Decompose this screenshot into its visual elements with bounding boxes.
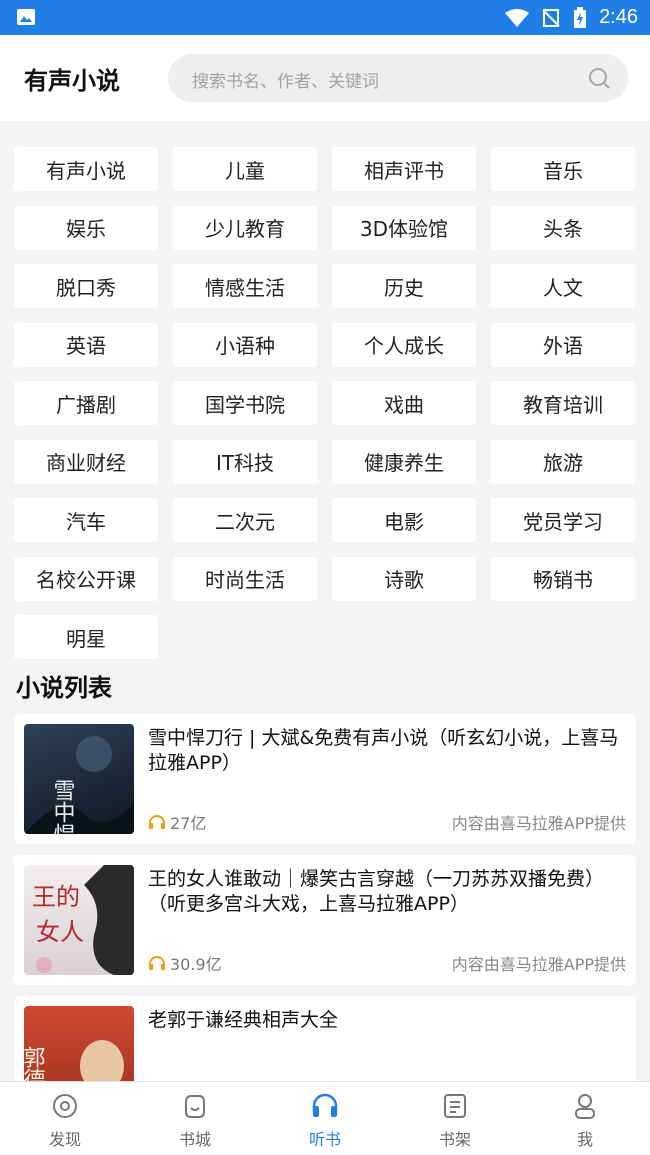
category-item[interactable]: 3D体验馆	[332, 205, 476, 250]
status-time: 2:46	[599, 6, 638, 28]
category-item[interactable]: 音乐	[491, 147, 635, 191]
category-item[interactable]: 相声评书	[332, 147, 476, 191]
category-item[interactable]: 头条	[491, 205, 635, 250]
nav-listen[interactable]: 听书	[260, 1082, 390, 1155]
play-count-value: 30.9亿	[170, 955, 222, 974]
category-item[interactable]: 小语种	[173, 322, 317, 367]
play-count-value: 27亿	[170, 814, 207, 833]
category-item[interactable]: 有声小说	[14, 147, 158, 191]
category-item[interactable]: 诗歌	[332, 556, 476, 601]
nav-discover[interactable]: 发现	[0, 1082, 130, 1155]
nav-label: 发现	[48, 1130, 81, 1149]
category-item[interactable]: 个人成长	[332, 322, 476, 367]
play-count: 27亿	[148, 810, 206, 834]
category-item[interactable]: 旅游	[491, 439, 635, 484]
headphones-icon	[312, 1093, 338, 1117]
book-cover[interactable]: 王的 女人	[24, 865, 134, 975]
category-item[interactable]: 外语	[491, 322, 635, 367]
category-item[interactable]: 儿童	[173, 147, 317, 191]
category-item[interactable]: 党员学习	[491, 498, 635, 542]
search-icon[interactable]	[588, 67, 610, 89]
category-item[interactable]: 名校公开课	[14, 556, 158, 601]
bookshelf-icon	[444, 1094, 466, 1118]
page-title: 有声小说	[24, 67, 120, 95]
compass-icon	[53, 1094, 77, 1118]
category-item[interactable]: IT科技	[173, 439, 317, 484]
category-item[interactable]: 电影	[332, 498, 476, 542]
category-item[interactable]: 健康养生	[332, 439, 476, 484]
category-item[interactable]: 畅销书	[491, 556, 635, 601]
store-icon	[185, 1095, 205, 1118]
play-count: 30.9亿	[148, 951, 222, 975]
category-item[interactable]: 汽车	[14, 498, 158, 542]
headphones-small-icon	[149, 956, 165, 970]
nav-label: 书城	[178, 1130, 211, 1149]
category-item[interactable]: 时尚生活	[173, 556, 317, 601]
status-bar: 2:46	[0, 0, 650, 35]
category-item[interactable]: 二次元	[173, 498, 317, 542]
category-item[interactable]: 英语	[14, 322, 158, 367]
svg-text:王的: 王的	[32, 883, 80, 911]
nav-label: 书架	[438, 1130, 471, 1149]
headphones-small-icon	[149, 815, 165, 829]
book-card[interactable]: 王的 女人 王的女人谁敢动｜爆笑古言穿越（一刀苏苏双播免费）（听更多宫斗大戏，上…	[14, 855, 636, 985]
book-title[interactable]: 王的女人谁敢动｜爆笑古言穿越（一刀苏苏双播免费）（听更多宫斗大戏，上喜马拉雅AP…	[148, 867, 626, 917]
book-title[interactable]: 雪中悍刀行 | 大斌&免费有声小说（听玄幻小说，上喜马拉雅APP）	[148, 726, 626, 776]
svg-text:女人: 女人	[36, 918, 84, 946]
battery-charging-icon	[574, 6, 587, 28]
category-item[interactable]: 国学书院	[173, 381, 317, 425]
category-item[interactable]: 明星	[14, 615, 158, 659]
category-item[interactable]: 商业财经	[14, 439, 158, 484]
nav-label: 听书	[308, 1130, 341, 1149]
image-notification-icon	[17, 9, 35, 25]
nav-bookshelf[interactable]: 书架	[390, 1082, 520, 1155]
category-item[interactable]: 少儿教育	[173, 205, 317, 250]
search-input[interactable]: 搜索书名、作者、关键词	[168, 54, 628, 102]
app-header: 有声小说 搜索书名、作者、关键词	[0, 35, 650, 121]
category-item[interactable]: 历史	[332, 264, 476, 308]
nav-label: 我	[576, 1130, 593, 1149]
svg-text:雪中悍刀行: 雪中悍刀行	[50, 779, 76, 834]
category-item[interactable]: 戏曲	[332, 381, 476, 425]
bottom-nav: 发现 书城 听书 书架 我	[0, 1081, 650, 1155]
profile-icon	[575, 1094, 595, 1119]
book-card[interactable]: 雪中悍刀行 雪中悍刀行 | 大斌&免费有声小说（听玄幻小说，上喜马拉雅APP） …	[14, 714, 636, 844]
cover-art: 王的 女人	[32, 865, 134, 975]
category-item[interactable]: 脱口秀	[14, 264, 158, 308]
book-title[interactable]: 老郭于谦经典相声大全	[148, 1008, 626, 1033]
category-item[interactable]: 娱乐	[14, 205, 158, 250]
category-item[interactable]: 情感生活	[173, 264, 317, 308]
wifi-icon	[505, 8, 530, 27]
section-title: 小说列表	[16, 674, 112, 702]
content-source: 内容由喜马拉雅APP提供	[451, 955, 626, 974]
nav-store[interactable]: 书城	[130, 1082, 260, 1155]
category-item[interactable]: 广播剧	[14, 381, 158, 425]
nav-profile[interactable]: 我	[520, 1082, 650, 1155]
category-item[interactable]: 人文	[491, 264, 635, 308]
book-cover[interactable]: 雪中悍刀行	[24, 724, 134, 834]
cover-art: 雪中悍刀行	[24, 736, 134, 834]
no-signal-icon	[542, 8, 560, 27]
search-placeholder: 搜索书名、作者、关键词	[192, 72, 379, 92]
content-source: 内容由喜马拉雅APP提供	[451, 814, 626, 833]
category-item[interactable]: 教育培训	[491, 381, 635, 425]
